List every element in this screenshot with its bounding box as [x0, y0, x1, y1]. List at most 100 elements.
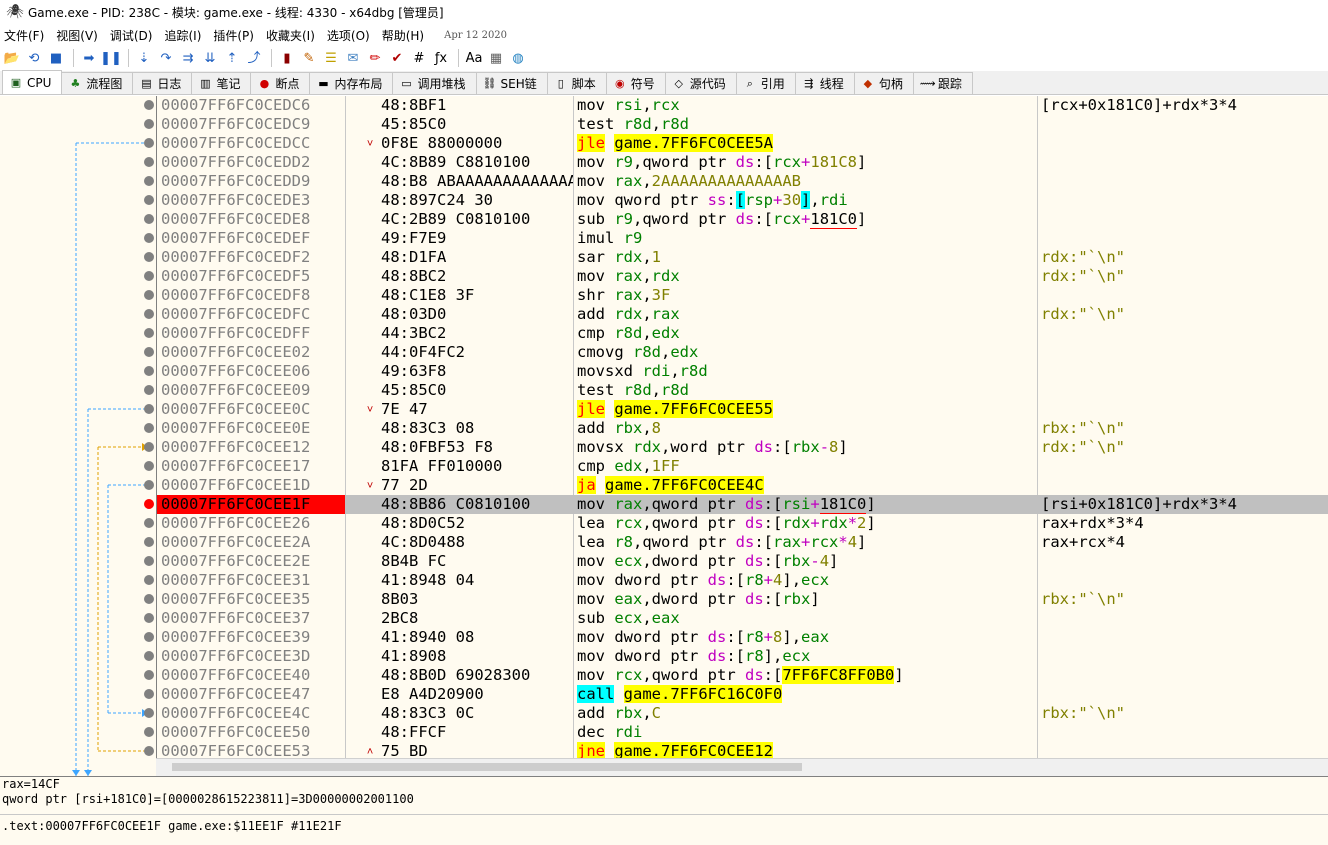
- step-into-icon[interactable]: ⇣: [134, 48, 154, 68]
- scrollbar-thumb[interactable]: [172, 763, 802, 771]
- instruction-cell[interactable]: add rdx,rax: [577, 305, 1037, 324]
- instruction-cell[interactable]: test r8d,r8d: [577, 115, 1037, 134]
- address-cell[interactable]: 00007FF6FC0CEE12: [161, 438, 347, 457]
- disasm-row[interactable]: 00007FF6FC0CEE40 48:8B0D 69028300 mov rcx,…: [157, 666, 1328, 685]
- breakpoint-bullet-icon[interactable]: [144, 594, 154, 604]
- disasm-row[interactable]: 00007FF6FC0CEDF2 48:D1FA sar rdx,1 rdx:"`\n…: [157, 248, 1328, 267]
- execute-till-return-icon[interactable]: ⇡: [222, 48, 242, 68]
- functions-icon[interactable]: ✔: [387, 48, 407, 68]
- instruction-cell[interactable]: lea r8,qword ptr ds:[rax+rcx*4]: [577, 533, 1037, 552]
- instruction-cell[interactable]: mov rax,qword ptr ds:[rsi+181C0]: [577, 495, 1037, 514]
- tab-12[interactable]: ⇶ 线程: [794, 72, 855, 94]
- address-cell[interactable]: 00007FF6FC0CEE3D: [161, 647, 347, 666]
- instruction-cell[interactable]: call game.7FF6FC16C0F0: [577, 685, 1037, 704]
- disasm-row[interactable]: 00007FF6FC0CEE31 41:8948 04 mov dword ptr …: [157, 571, 1328, 590]
- disasm-row[interactable]: 00007FF6FC0CEE2E 8B4B FC mov ecx,dword ptr…: [157, 552, 1328, 571]
- breakpoint-bullet-icon[interactable]: [144, 461, 154, 471]
- instruction-cell[interactable]: mov rax,rdx: [577, 267, 1037, 286]
- disasm-row[interactable]: 00007FF6FC0CEDFF 44:3BC2 cmp r8d,edx: [157, 324, 1328, 343]
- instruction-cell[interactable]: sub r9,qword ptr ds:[rcx+181C0]: [577, 210, 1037, 229]
- breakpoint-bullet-icon[interactable]: [144, 708, 154, 718]
- address-cell[interactable]: 00007FF6FC0CEE17: [161, 457, 347, 476]
- instruction-cell[interactable]: mov qword ptr ss:[rsp+30],rdi: [577, 191, 1037, 210]
- breakpoint-bullet-icon[interactable]: [144, 271, 154, 281]
- instruction-cell[interactable]: mov rsi,rcx: [577, 96, 1037, 115]
- breakpoint-bullet-icon[interactable]: [144, 252, 154, 262]
- comment-cell[interactable]: rbx:"`\n": [1041, 419, 1328, 438]
- instruction-cell[interactable]: mov rcx,qword ptr ds:[7FF6FC8FF0B0]: [577, 666, 1037, 685]
- breakpoint-bullet-icon[interactable]: [144, 518, 154, 528]
- address-cell[interactable]: 00007FF6FC0CEE06: [161, 362, 347, 381]
- comment-cell[interactable]: rdx:"`\n": [1041, 438, 1328, 457]
- address-cell[interactable]: 00007FF6FC0CEDC6: [161, 96, 347, 115]
- instruction-cell[interactable]: jle game.7FF6FC0CEE5A: [577, 134, 1037, 153]
- tab-5[interactable]: ▬ 内存布局: [309, 72, 394, 94]
- disasm-row[interactable]: 00007FF6FC0CEE26 48:8D0C52 lea rcx,qword p…: [157, 514, 1328, 533]
- instruction-cell[interactable]: cmp edx,1FF: [577, 457, 1037, 476]
- address-cell[interactable]: 00007FF6FC0CEE1D: [161, 476, 347, 495]
- address-cell[interactable]: 00007FF6FC0CEDFC: [161, 305, 347, 324]
- instruction-cell[interactable]: add rbx,8: [577, 419, 1037, 438]
- disasm-row[interactable]: 00007FF6FC0CEDC9 45:85C0 test r8d,r8d: [157, 115, 1328, 134]
- breakpoint-bullet-icon[interactable]: [144, 632, 154, 642]
- breakpoint-bullet-icon[interactable]: [144, 670, 154, 680]
- instruction-cell[interactable]: imul r9: [577, 229, 1037, 248]
- comment-cell[interactable]: rbx:"`\n": [1041, 590, 1328, 609]
- disasm-row[interactable]: 00007FF6FC0CEE4C 48:83C3 0C add rbx,C rbx:"…: [157, 704, 1328, 723]
- instruction-cell[interactable]: mov dword ptr ds:[r8+8],eax: [577, 628, 1037, 647]
- disasm-row[interactable]: 00007FF6FC0CEE12 48:0FBF53 F8 movsx rdx,wo…: [157, 438, 1328, 457]
- disasm-row[interactable]: 00007FF6FC0CEDE3 48:897C24 30 mov qword pt…: [157, 191, 1328, 210]
- menu-item-2[interactable]: 调试(D): [110, 27, 161, 44]
- disasm-row[interactable]: 00007FF6FC0CEDE8 4C:2B89 C0810100 sub r9,q…: [157, 210, 1328, 229]
- address-cell[interactable]: 00007FF6FC0CEE1F: [157, 495, 345, 514]
- breakpoint-bullet-icon[interactable]: [144, 214, 154, 224]
- breakpoint-bullet-icon[interactable]: [144, 613, 154, 623]
- tab-9[interactable]: ◉ 符号: [605, 72, 666, 94]
- instruction-cell[interactable]: sub ecx,eax: [577, 609, 1037, 628]
- fx-icon[interactable]: ƒx: [431, 48, 451, 68]
- comment-cell[interactable]: rdx:"`\n": [1041, 248, 1328, 267]
- breakpoint-bullet-icon[interactable]: [144, 366, 154, 376]
- address-cell[interactable]: 00007FF6FC0CEDE8: [161, 210, 347, 229]
- instruction-cell[interactable]: mov dword ptr ds:[r8+4],ecx: [577, 571, 1037, 590]
- disasm-row[interactable]: 00007FF6FC0CEE35 8B03 mov eax,dword ptr ds…: [157, 590, 1328, 609]
- disasm-row[interactable]: 00007FF6FC0CEE2A 4C:8D0488 lea r8,qword pt…: [157, 533, 1328, 552]
- trace-over-icon[interactable]: ⇊: [200, 48, 220, 68]
- comment-cell[interactable]: rdx:"`\n": [1041, 305, 1328, 324]
- breakpoint-bullet-icon[interactable]: [144, 309, 154, 319]
- instruction-cell[interactable]: test r8d,r8d: [577, 381, 1037, 400]
- menu-item-6[interactable]: 选项(O): [327, 27, 378, 44]
- address-cell[interactable]: 00007FF6FC0CEDCC: [161, 134, 347, 153]
- address-cell[interactable]: 00007FF6FC0CEDF5: [161, 267, 347, 286]
- breakpoint-bullet-icon[interactable]: [144, 100, 154, 110]
- labels-icon[interactable]: ✉: [343, 48, 363, 68]
- instruction-cell[interactable]: movsxd rdi,r8d: [577, 362, 1037, 381]
- tab-14[interactable]: ⟿ 跟踪: [912, 72, 973, 94]
- tab-6[interactable]: ▭ 调用堆栈: [392, 72, 477, 94]
- breakpoint-bullet-icon[interactable]: [144, 651, 154, 661]
- menu-item-0[interactable]: 文件(F): [4, 27, 52, 44]
- run-to-user-code-icon[interactable]: ⤴: [244, 48, 264, 68]
- disasm-row[interactable]: 00007FF6FC0CEE06 49:63F8 movsxd rdi,r8d: [157, 362, 1328, 381]
- comment-cell[interactable]: [rsi+0x181C0]+rdx*3*4: [1041, 495, 1328, 514]
- font-icon[interactable]: Aa: [464, 48, 484, 68]
- disasm-row[interactable]: 00007FF6FC0CEDF8 48:C1E8 3F shr rax,3F: [157, 286, 1328, 305]
- breakpoint-bullet-icon[interactable]: [144, 499, 154, 509]
- address-cell[interactable]: 00007FF6FC0CEE35: [161, 590, 347, 609]
- address-cell[interactable]: 00007FF6FC0CEE0E: [161, 419, 347, 438]
- horizontal-scrollbar[interactable]: [156, 758, 1328, 776]
- disasm-row[interactable]: 00007FF6FC0CEE0E 48:83C3 08 add rbx,8 rbx:"…: [157, 419, 1328, 438]
- breakpoint-bullet-icon[interactable]: [144, 328, 154, 338]
- tab-10[interactable]: ◇ 源代码: [664, 72, 737, 94]
- hash-icon[interactable]: #: [409, 48, 429, 68]
- address-cell[interactable]: 00007FF6FC0CEE47: [161, 685, 347, 704]
- tab-13[interactable]: ◆ 句柄: [853, 72, 914, 94]
- menu-item-5[interactable]: 收藏夹(I): [266, 27, 323, 44]
- disasm-row[interactable]: 00007FF6FC0CEDCC ˅ 0F8E 88000000 jle game.7…: [157, 134, 1328, 153]
- calculator-icon[interactable]: ▦: [486, 48, 506, 68]
- breakpoint-bullet-icon[interactable]: [144, 233, 154, 243]
- menu-item-4[interactable]: 插件(P): [213, 27, 262, 44]
- breakpoint-bullet-icon[interactable]: [144, 423, 154, 433]
- menu-item-1[interactable]: 视图(V): [56, 27, 106, 44]
- breakpoint-bullet-icon[interactable]: [144, 119, 154, 129]
